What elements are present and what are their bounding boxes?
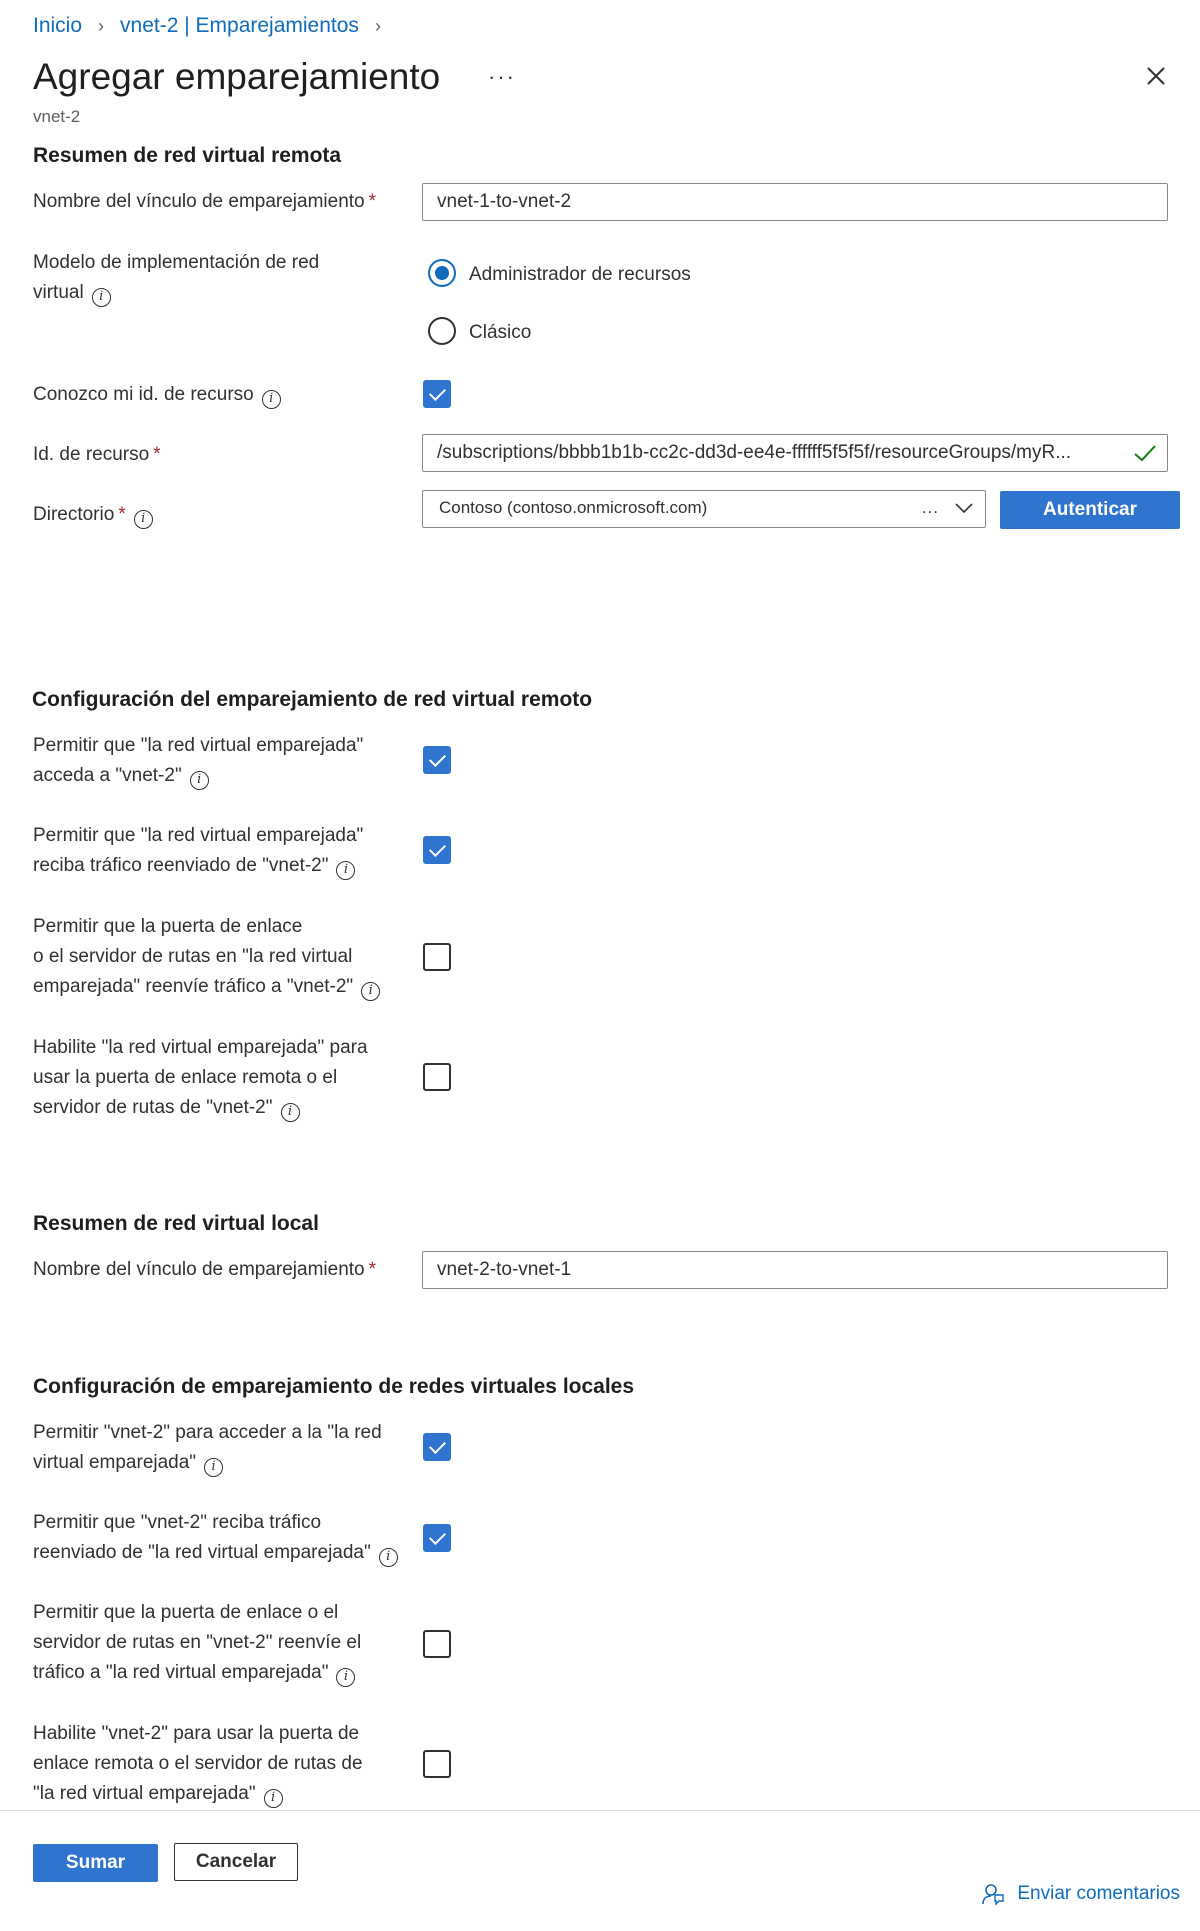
local-option-2-line1: Permitir que "vnet-2" reciba tráfico — [33, 1512, 322, 1533]
remote-link-name-label-text: Nombre del vínculo de emparejamiento — [33, 191, 365, 212]
authenticate-button[interactable]: Autenticar — [1000, 491, 1180, 529]
local-summary-title: Resumen de red virtual local — [33, 1212, 319, 1235]
remote-config-title: Configuración del emparejamiento de red … — [32, 688, 593, 711]
local-option-3-label: Permitir que la puerta de enlace o el se… — [33, 1598, 361, 1688]
deploy-model-label: Modelo de implementación de red virtual i — [33, 248, 319, 308]
radio-resource-manager[interactable] — [428, 259, 456, 287]
remote-option-2-checkbox[interactable] — [423, 836, 451, 864]
chevron-down-icon — [955, 503, 973, 514]
remote-option-4-line2: usar la puerta de enlace remota o el — [33, 1067, 338, 1088]
local-option-4-line2: enlace remota o el servidor de rutas de — [33, 1753, 363, 1774]
remote-option-2-line2: reciba tráfico reenviado de "vnet-2" — [33, 855, 329, 876]
page-subtitle: vnet-2 — [33, 107, 81, 126]
local-option-2-line2: reenviado de "la red virtual emparejada" — [33, 1542, 371, 1563]
add-peering-panel: Inicio › vnet-2 | Emparejamientos › Agre… — [0, 0, 1200, 1931]
remote-link-name-label: Nombre del vínculo de emparejamiento * — [33, 187, 376, 217]
info-icon[interactable]: i — [280, 1103, 300, 1122]
required-indicator: * — [153, 444, 161, 465]
required-indicator: * — [118, 504, 126, 525]
local-option-1-line1: Permitir "vnet-2" para acceder a la "la … — [33, 1422, 382, 1443]
local-option-3-line2: servidor de rutas en "vnet-2" reenvíe el — [33, 1632, 362, 1653]
required-indicator: * — [368, 191, 377, 212]
local-option-4-label: Habilite "vnet-2" para usar la puerta de… — [33, 1719, 363, 1809]
local-option-4-line3: "la red virtual emparejada" — [33, 1783, 256, 1804]
local-option-1-checkbox[interactable] — [423, 1433, 451, 1461]
checkmark-icon — [1134, 445, 1156, 462]
feedback-link-label: Enviar comentarios — [1017, 1883, 1180, 1904]
breadcrumb: Inicio › vnet-2 | Emparejamientos › — [33, 14, 397, 38]
chevron-right-icon: › — [98, 15, 105, 36]
remote-option-4-line1: Habilite "la red virtual emparejada" par… — [33, 1037, 368, 1058]
resource-id-label-text: Id. de recurso — [33, 444, 150, 465]
remote-option-3-line1: Permitir que la puerta de enlace — [33, 916, 303, 937]
remote-option-1-label: Permitir que "la red virtual emparejada"… — [33, 731, 363, 791]
directory-dropdown[interactable]: Contoso (contoso.onmicrosoft.com) ... — [422, 490, 986, 528]
local-link-name-label: Nombre del vínculo de emparejamiento * — [33, 1255, 376, 1285]
remote-option-2-line1: Permitir que "la red virtual emparejada" — [33, 825, 364, 846]
resource-id-label: Id. de recurso * — [33, 440, 161, 470]
local-option-1-line2: virtual emparejada" — [33, 1452, 197, 1473]
directory-label: Directorio * i — [33, 500, 153, 530]
breadcrumb-home-link[interactable]: Inicio — [33, 14, 82, 38]
cancel-button[interactable]: Cancelar — [174, 1843, 298, 1881]
local-option-3-checkbox[interactable] — [423, 1630, 451, 1658]
radio-classic[interactable] — [428, 317, 456, 345]
know-id-label: Conozco mi id. de recurso i — [33, 380, 281, 410]
remote-option-3-checkbox[interactable] — [423, 943, 451, 971]
local-option-4-checkbox[interactable] — [423, 1750, 451, 1778]
remote-option-1-checkbox[interactable] — [423, 746, 451, 774]
page-title: Agregar emparejamiento — [33, 56, 441, 97]
info-icon[interactable]: i — [204, 1458, 224, 1477]
info-icon[interactable]: i — [336, 861, 356, 880]
remote-summary-title: Resumen de red virtual remota — [33, 144, 342, 167]
remote-option-4-label: Habilite "la red virtual emparejada" par… — [33, 1033, 368, 1123]
feedback-link[interactable]: Enviar comentarios — [981, 1882, 1180, 1906]
info-icon[interactable]: i — [378, 1548, 398, 1567]
remote-option-2-label: Permitir que "la red virtual emparejada"… — [33, 821, 363, 881]
directory-ellipsis: ... — [921, 498, 939, 517]
local-link-name-label-text: Nombre del vínculo de emparejamiento — [33, 1259, 365, 1280]
info-icon[interactable]: i — [91, 288, 111, 307]
info-icon[interactable]: i — [263, 1789, 283, 1808]
know-id-checkbox[interactable] — [423, 380, 451, 408]
local-option-3-line3: tráfico a "la red virtual emparejada" — [33, 1662, 329, 1683]
remote-option-3-label: Permitir que la puerta de enlace o el se… — [33, 912, 381, 1002]
footer-divider — [0, 1810, 1200, 1811]
remote-option-1-line2: acceda a "vnet-2" — [33, 765, 182, 786]
deploy-model-label-line1: Modelo de implementación de red — [33, 252, 320, 273]
remote-link-name-input[interactable]: vnet-1-to-vnet-2 — [422, 183, 1168, 221]
directory-label-text: Directorio — [33, 504, 115, 525]
local-option-2-checkbox[interactable] — [423, 1524, 451, 1552]
local-option-4-line1: Habilite "vnet-2" para usar la puerta de — [33, 1723, 360, 1744]
submit-button[interactable]: Sumar — [33, 1844, 158, 1882]
required-indicator: * — [368, 1259, 377, 1280]
remote-option-4-checkbox[interactable] — [423, 1063, 451, 1091]
breadcrumb-peerings-link[interactable]: vnet-2 | Emparejamientos — [120, 14, 359, 38]
local-link-name-input[interactable]: vnet-2-to-vnet-1 — [422, 1251, 1168, 1289]
more-options-button[interactable]: ··· — [488, 64, 516, 90]
radio-classic-label: Clásico — [469, 322, 532, 343]
know-id-label-text: Conozco mi id. de recurso — [33, 384, 254, 405]
local-option-3-line1: Permitir que la puerta de enlace o el — [33, 1602, 339, 1623]
feedback-icon — [982, 1884, 1005, 1906]
remote-option-4-line3: servidor de rutas de "vnet-2" — [33, 1097, 273, 1118]
resource-id-input[interactable]: /subscriptions/bbbb1b1b-cc2c-dd3d-ee4e-f… — [422, 434, 1168, 472]
resource-id-value: /subscriptions/bbbb1b1b-cc2c-dd3d-ee4e-f… — [437, 442, 1072, 463]
info-icon[interactable]: i — [133, 510, 153, 529]
info-icon[interactable]: i — [189, 771, 209, 790]
close-icon[interactable] — [1142, 62, 1170, 90]
info-icon[interactable]: i — [261, 390, 281, 409]
deploy-model-label-line2: virtual — [33, 282, 84, 303]
local-option-2-label: Permitir que "vnet-2" reciba tráfico ree… — [33, 1508, 398, 1568]
local-option-1-label: Permitir "vnet-2" para acceder a la "la … — [33, 1418, 382, 1478]
chevron-right-icon: › — [374, 15, 381, 36]
directory-value: Contoso (contoso.onmicrosoft.com) — [439, 498, 708, 517]
radio-resource-manager-label: Administrador de recursos — [469, 264, 691, 285]
remote-option-1-line1: Permitir que "la red virtual emparejada" — [33, 735, 364, 756]
info-icon[interactable]: i — [336, 1668, 356, 1687]
info-icon[interactable]: i — [361, 982, 381, 1001]
local-config-title: Configuración de emparejamiento de redes… — [33, 1375, 635, 1398]
remote-option-3-line3: emparejada" reenvíe tráfico a "vnet-2" — [33, 976, 354, 997]
remote-option-3-line2: o el servidor de rutas en "la red virtua… — [33, 946, 353, 967]
